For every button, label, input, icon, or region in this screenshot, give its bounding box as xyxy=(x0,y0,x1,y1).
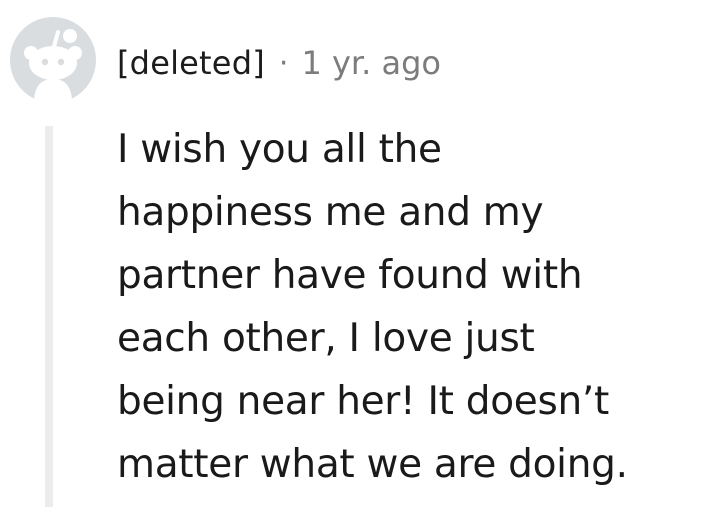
comment-body-line: I wish you all the xyxy=(117,127,442,172)
comment: [deleted] · 1 yr. ago I wish you all the… xyxy=(0,0,706,507)
comment-body: I wish you all the happiness me and my p… xyxy=(117,118,702,496)
comment-timestamp[interactable]: 1 yr. ago xyxy=(301,44,441,82)
meta-separator: · xyxy=(278,45,289,81)
comment-body-line: partner have found with xyxy=(117,253,583,298)
thread-line[interactable] xyxy=(45,126,53,507)
snoo-avatar-icon[interactable] xyxy=(10,17,96,103)
comment-meta: [deleted] · 1 yr. ago xyxy=(117,40,441,86)
comment-body-line: each other, I love just xyxy=(117,316,535,361)
comment-body-line: matter what we are doing. xyxy=(117,442,628,487)
author-name[interactable]: [deleted] xyxy=(117,44,265,82)
comment-body-line: happiness me and my xyxy=(117,190,544,235)
comment-body-line: being near her! It doesn’t xyxy=(117,379,610,424)
